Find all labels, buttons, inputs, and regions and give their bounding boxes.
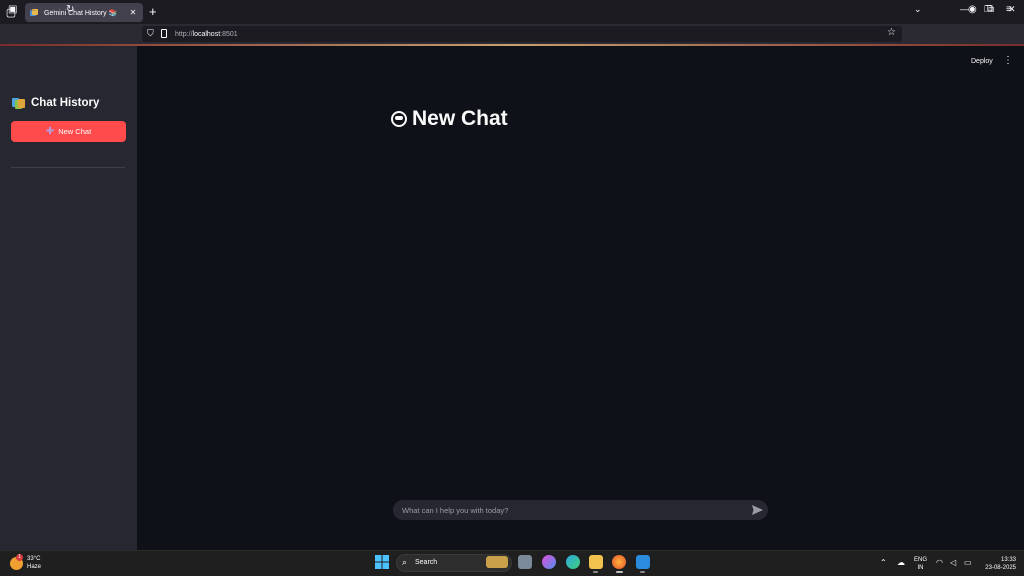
- books-icon: [12, 97, 26, 109]
- chevron-up-icon[interactable]: ⌃: [880, 558, 887, 567]
- weather-desc: Haze: [27, 564, 42, 570]
- search-highlight-icon: [486, 556, 508, 568]
- taskbar-search-label: Search: [415, 559, 438, 566]
- app-menu-icon[interactable]: ≡: [1006, 4, 1012, 16]
- back-icon[interactable]: ←: [28, 4, 38, 16]
- chat-input[interactable]: [402, 504, 732, 516]
- sidebar-toggle-icon[interactable]: ▣: [8, 4, 17, 16]
- task-view-icon[interactable]: [518, 555, 532, 569]
- browser-tab[interactable]: Gemini Chat History 📚 ✕: [25, 3, 143, 22]
- new-tab-button[interactable]: +: [149, 3, 157, 21]
- weather-temp: 33°C: [27, 556, 41, 562]
- tab-close-icon[interactable]: ✕: [128, 8, 138, 17]
- volume-icon[interactable]: ◁: [950, 558, 956, 567]
- new-chat-label: New Chat: [58, 127, 92, 136]
- url-text[interactable]: http://localhost:8501: [175, 31, 238, 38]
- forward-icon[interactable]: →: [47, 4, 57, 16]
- weather-widget[interactable]: 1 33°C Haze: [10, 553, 42, 571]
- weather-sun-icon: 1: [10, 553, 23, 570]
- vscode-icon[interactable]: [636, 555, 650, 569]
- notification-badge: 1: [16, 553, 23, 561]
- clock[interactable]: 13:33 23-08-2025: [978, 556, 1016, 572]
- bookmark-star-icon[interactable]: ☆: [887, 27, 896, 38]
- running-indicator: [593, 571, 598, 573]
- header-accent-line: [0, 44, 1024, 46]
- url-bar[interactable]: ⛉ http://localhost:8501 ☆: [142, 26, 902, 42]
- shield-icon[interactable]: ⛉: [147, 28, 154, 39]
- chat-input-container: [393, 500, 768, 520]
- battery-icon[interactable]: ▭: [964, 558, 972, 567]
- running-indicator: [616, 571, 623, 573]
- edge-icon[interactable]: [566, 555, 580, 569]
- sidebar-divider: [11, 167, 125, 168]
- language-indicator[interactable]: ENG IN: [914, 556, 927, 572]
- main-menu-icon[interactable]: ⋮: [1003, 55, 1013, 66]
- wifi-icon[interactable]: ◠: [936, 558, 943, 567]
- grinning-face-icon: [391, 111, 407, 127]
- network-cloud-icon[interactable]: ☁: [897, 558, 905, 567]
- send-icon[interactable]: [752, 505, 763, 515]
- plus-icon: ✚: [45, 125, 55, 137]
- search-icon: ⌕: [402, 557, 408, 567]
- account-icon[interactable]: ◉: [968, 4, 977, 16]
- deploy-button[interactable]: Deploy: [971, 58, 993, 65]
- page-title: New Chat: [391, 107, 508, 131]
- page-info-icon[interactable]: [161, 29, 167, 38]
- reload-icon[interactable]: ↻: [66, 4, 74, 16]
- windows-start-icon[interactable]: [375, 555, 389, 569]
- new-chat-button[interactable]: ✚ New Chat: [11, 121, 126, 142]
- firefox-icon[interactable]: [612, 555, 626, 569]
- extensions-icon[interactable]: ⧉: [987, 4, 994, 16]
- running-indicator: [640, 571, 645, 573]
- copilot-icon[interactable]: [542, 555, 556, 569]
- file-explorer-icon[interactable]: [589, 555, 603, 569]
- sidebar-title: Chat History: [12, 97, 99, 109]
- tab-overflow-icon[interactable]: ⌄: [914, 4, 922, 15]
- taskbar: [0, 550, 1024, 576]
